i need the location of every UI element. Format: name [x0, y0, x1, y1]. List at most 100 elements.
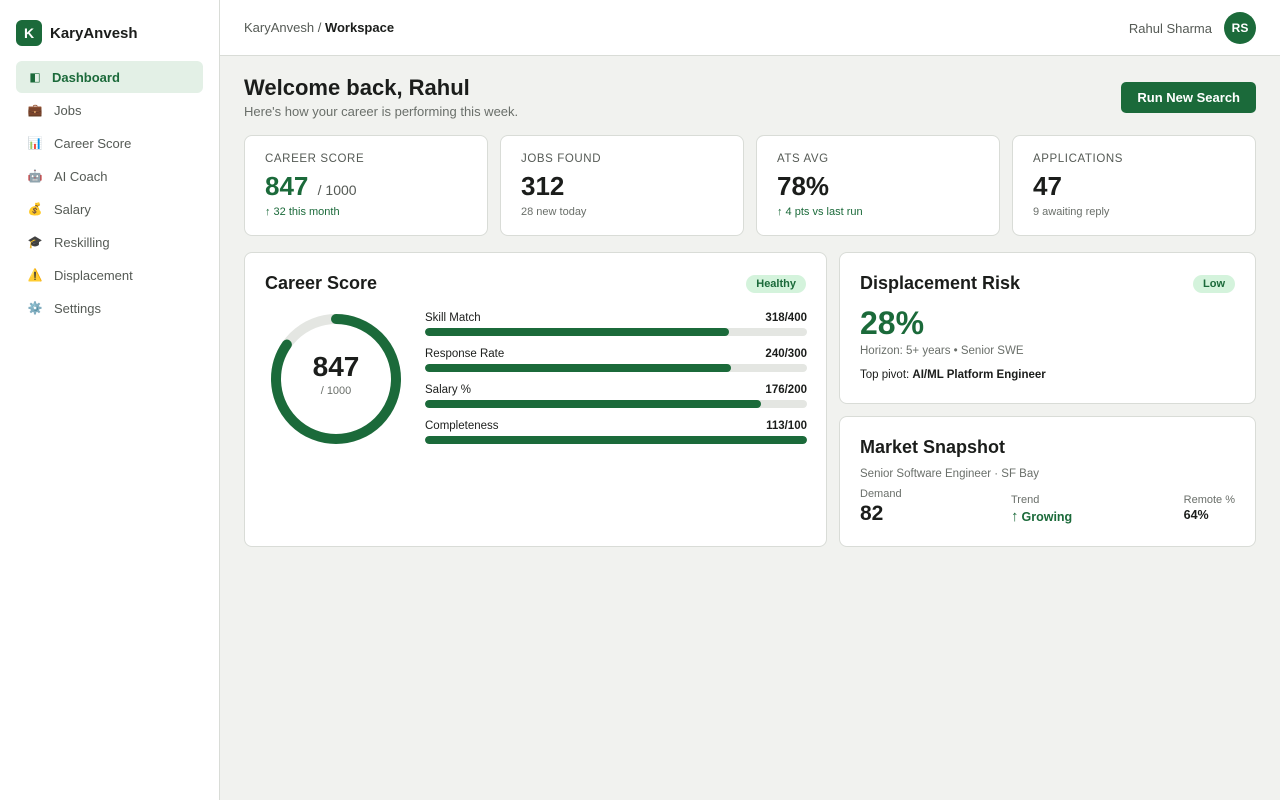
- bar-label: Salary %: [425, 384, 472, 396]
- sidebar-item-reskilling[interactable]: 🎓 Reskilling: [16, 226, 203, 258]
- sidebar-item-label: Dashboard: [52, 69, 120, 85]
- card-title: Displacement Risk: [860, 273, 1021, 293]
- demand-value: 82: [860, 502, 884, 525]
- gauge-denominator: / 1000: [320, 385, 352, 397]
- pivot-label: Top pivot:: [860, 369, 913, 381]
- trend-text: Growing: [1021, 510, 1073, 524]
- stat-note: 28 new today: [521, 206, 587, 218]
- bar-label: Response Rate: [425, 348, 505, 360]
- bar-header: Response Rate 240/300: [425, 348, 807, 360]
- stat-number: 47: [1033, 171, 1062, 201]
- brand[interactable]: K KaryAnvesh: [16, 20, 138, 46]
- stat-card-ats-avg[interactable]: ATS AVG 78% ↑ 4 pts vs last run: [756, 135, 1000, 236]
- stat-number: 78%: [777, 171, 830, 201]
- progress-track: [425, 364, 807, 372]
- sidebar-item-jobs[interactable]: 💼 Jobs: [16, 94, 203, 126]
- score-component-skill-match: Skill Match 318/400: [425, 312, 807, 348]
- sidebar-item-label: Displacement: [54, 267, 133, 283]
- trend-up-icon: ↑: [1011, 508, 1019, 525]
- stat-card-applications[interactable]: APPLICATIONS 47 9 awaiting reply: [1012, 135, 1256, 236]
- stat-card-career-score[interactable]: CAREER SCORE 847 / 1000 ↑ 32 this month: [244, 135, 488, 236]
- breadcrumb-current: Workspace: [324, 20, 395, 35]
- market-trend: Trend ↑ Growing: [1011, 494, 1072, 525]
- gear-icon: ⚙️: [27, 301, 43, 315]
- stat-delta: ↑ 32 this month: [265, 206, 340, 218]
- sidebar-item-settings[interactable]: ⚙️ Settings: [16, 292, 203, 324]
- sidebar-item-label: Salary: [54, 201, 91, 217]
- brand-name: KaryAnvesh: [50, 24, 138, 42]
- sidebar-item-salary[interactable]: 💰 Salary: [16, 193, 203, 225]
- briefcase-icon: 💼: [27, 103, 43, 117]
- money-bag-icon: 💰: [27, 202, 43, 216]
- stat-label: JOBS FOUND: [521, 153, 602, 165]
- career-score-card: Career Score Healthy 847 / 1000 Skill Ma…: [244, 252, 827, 547]
- score-breakdown: Skill Match 318/400 Response Rate 240/300 Sa…: [425, 312, 807, 456]
- progress-fill: [425, 400, 762, 408]
- stat-number: 312: [521, 171, 565, 201]
- welcome-header: Welcome back, Rahul Here's how your care…: [244, 75, 518, 119]
- stat-number: 847: [265, 171, 309, 201]
- avatar[interactable]: RS: [1224, 12, 1256, 44]
- sidebar-item-ai-coach[interactable]: 🤖 AI Coach: [16, 160, 203, 192]
- top-pivot: Top pivot: AI/ML Platform Engineer: [860, 369, 1046, 381]
- graduation-cap-icon: 🎓: [27, 235, 43, 249]
- bar-chart-icon: 📊: [27, 136, 43, 150]
- run-new-search-button[interactable]: Run New Search: [1121, 82, 1256, 113]
- sidebar-item-label: Jobs: [54, 102, 82, 118]
- breadcrumb-root[interactable]: KaryAnvesh: [244, 20, 314, 35]
- sidebar-item-dashboard[interactable]: ◧ Dashboard: [16, 61, 203, 93]
- score-component-salary: Salary % 176/200: [425, 384, 807, 420]
- bar-label: Skill Match: [425, 312, 481, 324]
- risk-horizon: Horizon: 5+ years • Senior SWE: [860, 345, 1024, 357]
- market-demand: Demand 82: [860, 488, 902, 526]
- trend-label: Trend: [1011, 494, 1040, 506]
- progress-fill: [425, 328, 729, 336]
- bar-value: 176/200: [765, 384, 807, 396]
- sidebar-item-displacement[interactable]: ⚠️ Displacement: [16, 259, 203, 291]
- sidebar-item-label: Settings: [54, 300, 101, 316]
- warning-icon: ⚠️: [27, 268, 43, 282]
- bar-label: Completeness: [425, 420, 499, 432]
- card-title: Career Score: [265, 273, 378, 293]
- market-subtitle: Senior Software Engineer · SF Bay: [860, 468, 1039, 480]
- remote-label: Remote %: [1183, 494, 1235, 506]
- status-badge: Healthy: [746, 275, 806, 293]
- bar-header: Skill Match 318/400: [425, 312, 807, 324]
- bar-value: 113/100: [766, 420, 807, 432]
- sidebar-item-label: Career Score: [54, 135, 132, 151]
- stat-denominator: / 1000: [317, 182, 357, 198]
- user-menu[interactable]: Rahul Sharma RS: [1129, 12, 1256, 44]
- trend-value: ↑ Growing: [1011, 508, 1072, 525]
- page-title: Welcome back, Rahul: [244, 75, 470, 100]
- gauge-score: 847: [312, 351, 360, 382]
- stat-value: 312: [521, 171, 723, 202]
- sidebar: K KaryAnvesh ◧ Dashboard 💼 Jobs 📊 Career Scor…: [0, 0, 220, 800]
- score-component-response-rate: Response Rate 240/300: [425, 348, 807, 384]
- stat-note: 9 awaiting reply: [1033, 206, 1110, 218]
- market-snapshot-card: Market Snapshot Senior Software Engineer…: [839, 416, 1256, 547]
- dashboard-icon: ◧: [29, 70, 41, 84]
- score-component-completeness: Completeness 113/100: [425, 420, 807, 456]
- user-name: Rahul Sharma: [1128, 20, 1212, 36]
- sidebar-item-career-score[interactable]: 📊 Career Score: [16, 127, 203, 159]
- stat-value: 47: [1033, 171, 1235, 202]
- sidebar-item-label: AI Coach: [54, 168, 108, 184]
- pivot-value: AI/ML Platform Engineer: [912, 369, 1046, 381]
- page-subtitle: Here's how your career is performing thi…: [244, 104, 519, 119]
- breadcrumb-separator: /: [314, 20, 325, 35]
- stat-value: 78%: [777, 171, 979, 202]
- demand-label: Demand: [860, 488, 902, 500]
- remote-value: 64%: [1183, 508, 1209, 522]
- stat-card-jobs-found[interactable]: JOBS FOUND 312 28 new today: [500, 135, 744, 236]
- progress-fill: [425, 436, 807, 444]
- stat-label: CAREER SCORE: [265, 153, 365, 165]
- progress-track: [425, 400, 807, 408]
- progress-fill: [425, 364, 731, 372]
- bar-value: 240/300: [765, 348, 807, 360]
- bar-header: Completeness 113/100: [425, 420, 807, 432]
- stat-value: 847 / 1000: [265, 171, 467, 202]
- brand-logo: K: [16, 20, 42, 46]
- stat-delta: ↑ 4 pts vs last run: [777, 206, 863, 218]
- bar-header: Salary % 176/200: [425, 384, 807, 396]
- stat-label: ATS AVG: [777, 153, 829, 165]
